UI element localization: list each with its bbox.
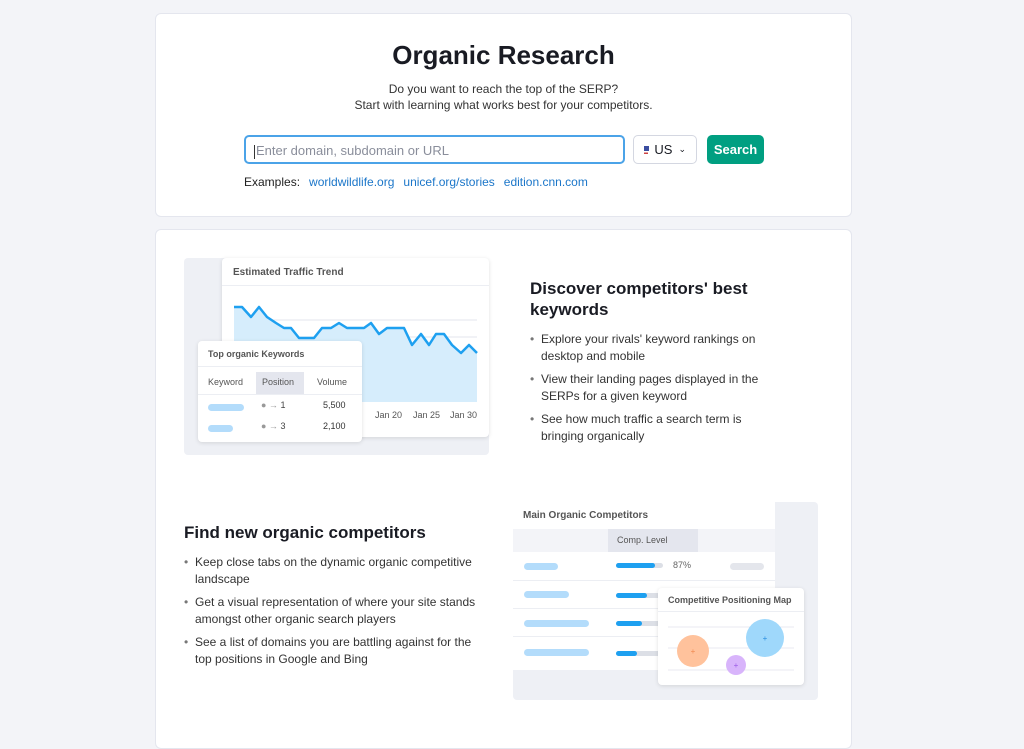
positioning-map-panel: Competitive Positioning Map + + + <box>658 588 804 685</box>
feature-competitors: Find new organic competitors Keep close … <box>184 522 484 674</box>
column-header: Keyword <box>208 377 244 387</box>
us-flag-icon <box>644 145 650 154</box>
database-select[interactable]: US ⌄ <box>633 135 697 164</box>
comp-level-value: 87% <box>673 560 692 570</box>
competitors-illustration: Main Organic Competitors Comp. Level 87%… <box>513 502 818 700</box>
positioning-map: + + + <box>668 619 794 675</box>
volume-value: 5,500 <box>323 400 346 410</box>
feature-title: Find new organic competitors <box>184 523 426 542</box>
position-value: 1 <box>280 400 286 410</box>
feature-bullet: Get a visual representation of where you… <box>184 594 484 628</box>
feature-bullet: See how much traffic a search term is br… <box>530 411 780 445</box>
feature-bullet: Keep close tabs on the dynamic organic c… <box>184 554 484 588</box>
example-link[interactable]: worldwildlife.org <box>309 175 394 189</box>
feature-bullet: View their landing pages displayed in th… <box>530 371 780 405</box>
search-button[interactable]: Search <box>707 135 764 164</box>
search-card: Organic Research Do you want to reach th… <box>155 13 852 217</box>
table-title: Top organic Keywords <box>208 349 305 359</box>
examples-label: Examples: <box>244 175 301 189</box>
subtitle: Do you want to reach the top of the SERP… <box>388 82 619 96</box>
feature-title: Discover competitors' best keywords <box>530 279 748 319</box>
svg-text:+: + <box>763 634 768 643</box>
search-placeholder: Enter domain, subdomain or URL <box>256 143 449 158</box>
example-link[interactable]: unicef.org/stories <box>403 175 494 189</box>
database-value: US <box>654 142 673 157</box>
top-keywords-panel: Top organic Keywords Keyword Position Vo… <box>198 341 362 442</box>
svg-text:+: + <box>691 647 696 656</box>
x-tick: Jan 20 <box>375 410 403 420</box>
x-tick: Jan 25 <box>413 410 441 420</box>
position-value: 3 <box>280 421 286 431</box>
table-title: Main Organic Competitors <box>523 510 649 521</box>
column-header: Volume <box>317 377 348 387</box>
traffic-illustration: Estimated Traffic Trend Jan 20 Jan 25 Ja… <box>184 258 489 455</box>
column-header: Position <box>262 377 295 387</box>
subtitle-2: Start with learning what works best for … <box>354 98 653 112</box>
feature-bullet: See a list of domains you are battling a… <box>184 634 484 668</box>
examples: Examples: worldwildlife.org unicef.org/s… <box>244 175 588 189</box>
domain-search-input[interactable]: Enter domain, subdomain or URL <box>244 135 625 164</box>
svg-text:+: + <box>734 661 739 670</box>
page-title: Organic Research <box>392 40 615 70</box>
volume-value: 2,100 <box>323 421 346 431</box>
feature-bullet: Explore your rivals' keyword rankings on… <box>530 331 780 365</box>
chevron-down-icon: ⌄ <box>678 144 686 154</box>
x-tick: Jan 30 <box>450 410 478 420</box>
column-header: Comp. Level <box>617 535 668 545</box>
feature-keywords: Discover competitors' best keywords Expl… <box>530 278 780 451</box>
example-link[interactable]: edition.cnn.com <box>504 175 588 189</box>
